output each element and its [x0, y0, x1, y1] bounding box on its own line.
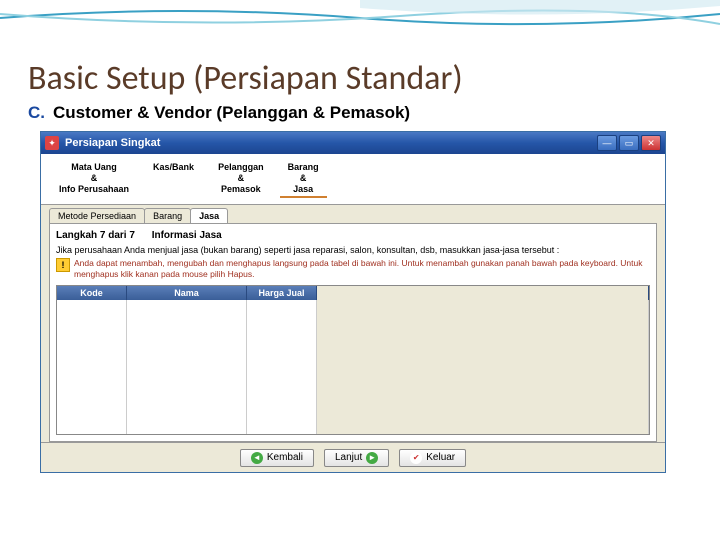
exit-button[interactable]: ✔ Keluar [399, 449, 466, 467]
slide-title: Basic Setup (Persiapan Standar) [28, 58, 692, 99]
step-items-services[interactable]: Barang&Jasa [280, 160, 327, 198]
step-currency[interactable]: Mata Uang&Info Perusahaan [51, 160, 137, 198]
maximize-button[interactable]: ▭ [619, 135, 639, 151]
subtabs: Metode Persediaan Barang Jasa [41, 205, 665, 223]
grid-header: Kode Nama Harga Jual [57, 286, 649, 300]
tab-goods[interactable]: Barang [144, 208, 191, 223]
warning-icon: ! [56, 258, 70, 272]
app-icon: ✦ [45, 136, 59, 150]
col-price[interactable]: Harga Jual [247, 286, 317, 300]
wizard-steps: Mata Uang&Info Perusahaan Kas/Bank Pelan… [41, 154, 665, 205]
list-letter: C. [28, 103, 45, 122]
next-button[interactable]: Lanjut ► [324, 449, 389, 467]
back-button[interactable]: ◄ Kembali [240, 449, 314, 467]
data-grid[interactable]: Kode Nama Harga Jual [56, 285, 650, 435]
step-description: Jika perusahaan Anda menjual jasa (bukan… [56, 245, 650, 255]
warning-text: Anda dapat menambah, mengubah dan mengha… [74, 258, 650, 278]
window-title: Persiapan Singkat [65, 137, 595, 149]
titlebar: ✦ Persiapan Singkat — ▭ ✕ [41, 132, 665, 154]
grid-body[interactable] [57, 300, 649, 434]
slide-subtitle: C.Customer & Vendor (Pelanggan & Pemasok… [28, 103, 692, 123]
arrow-left-icon: ◄ [251, 452, 263, 464]
app-window: ✦ Persiapan Singkat — ▭ ✕ Mata Uang&Info… [40, 131, 666, 473]
check-icon: ✔ [410, 452, 422, 464]
close-button[interactable]: ✕ [641, 135, 661, 151]
step-customer-vendor[interactable]: Pelanggan&Pemasok [210, 160, 272, 198]
step-cashbank[interactable]: Kas/Bank [145, 160, 202, 198]
content-panel: Langkah 7 dari 7 Informasi Jasa Jika per… [49, 223, 657, 442]
arrow-right-icon: ► [366, 452, 378, 464]
col-code[interactable]: Kode [57, 286, 127, 300]
tab-services[interactable]: Jasa [190, 208, 228, 223]
warning-row: ! Anda dapat menambah, mengubah dan meng… [56, 258, 650, 278]
tab-inventory-method[interactable]: Metode Persediaan [49, 208, 145, 223]
minimize-button[interactable]: — [597, 135, 617, 151]
col-name[interactable]: Nama [127, 286, 247, 300]
step-title: Informasi Jasa [152, 230, 222, 241]
footer: ◄ Kembali Lanjut ► ✔ Keluar [41, 442, 665, 472]
step-counter: Langkah 7 dari 7 [56, 230, 135, 241]
